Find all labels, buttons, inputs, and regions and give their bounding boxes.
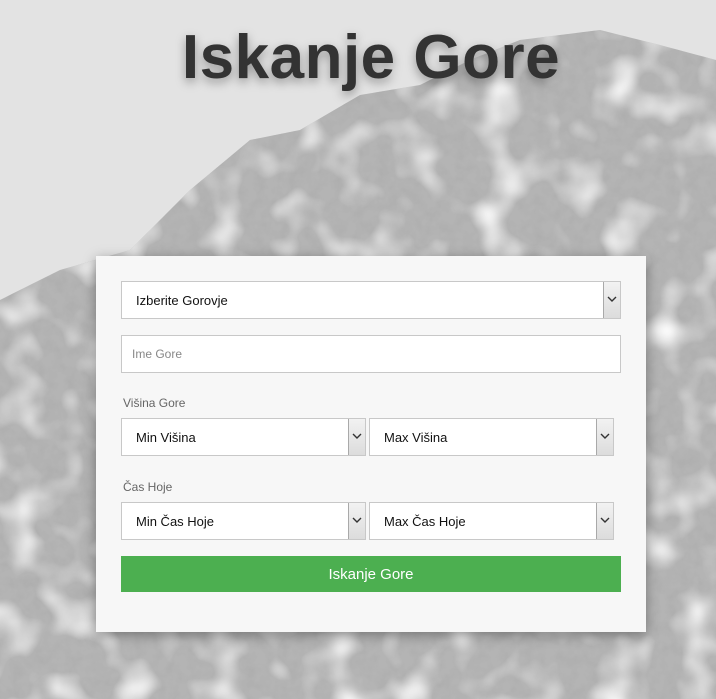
max-height-select-value: Max Višina <box>384 430 448 445</box>
max-walking-time-select-value: Max Čas Hoje <box>384 514 466 529</box>
search-form-card: Izberite Gorovje Višina Gore Min Višina … <box>96 256 646 632</box>
chevron-down-icon <box>603 282 620 318</box>
chevron-down-icon <box>348 503 365 539</box>
mountain-range-select[interactable]: Izberite Gorovje <box>121 281 621 319</box>
height-label: Višina Gore <box>123 396 186 410</box>
chevron-down-icon <box>348 419 365 455</box>
min-height-select[interactable]: Min Višina <box>121 418 366 456</box>
max-walking-time-select[interactable]: Max Čas Hoje <box>369 502 614 540</box>
search-mountain-button[interactable]: Iskanje Gore <box>121 556 621 592</box>
mountain-range-select-value: Izberite Gorovje <box>136 293 228 308</box>
min-walking-time-select[interactable]: Min Čas Hoje <box>121 502 366 540</box>
min-height-select-value: Min Višina <box>136 430 196 445</box>
min-walking-time-select-value: Min Čas Hoje <box>136 514 215 529</box>
mountain-name-input[interactable] <box>121 335 621 373</box>
walking-time-label: Čas Hoje <box>123 480 173 494</box>
page-title: Iskanje Gore <box>181 23 561 92</box>
chevron-down-icon <box>596 503 613 539</box>
chevron-down-icon <box>596 419 613 455</box>
max-height-select[interactable]: Max Višina <box>369 418 614 456</box>
page: Iskanje Gore Izberite Gorovje Višina Gor… <box>0 0 716 699</box>
